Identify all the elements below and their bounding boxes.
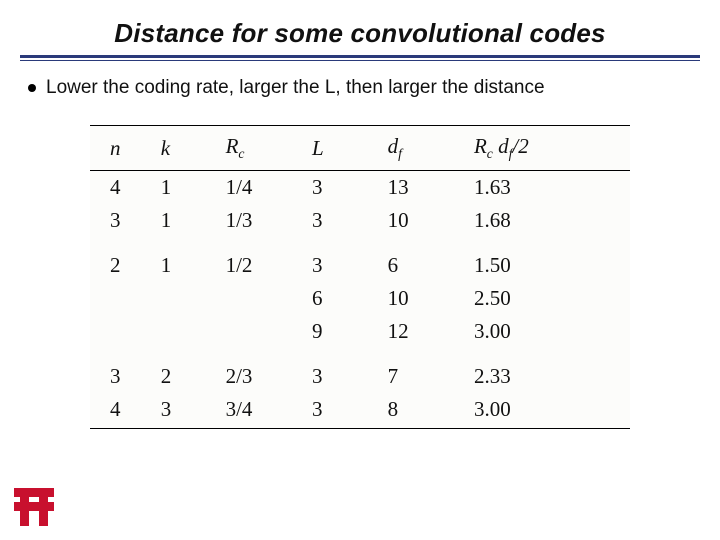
cell-last: 2.33 [468, 348, 630, 393]
cell-df: 7 [382, 348, 468, 393]
cell-n: 3 [90, 204, 155, 237]
table-body: 411/43131.63311/33101.68211/2361.506102.… [90, 171, 630, 429]
table-row: 322/3372.33 [90, 348, 630, 393]
cell-n: 4 [90, 393, 155, 429]
cell-df: 6 [382, 237, 468, 282]
col-header-Rc: Rc [220, 126, 306, 171]
cell-n: 2 [90, 237, 155, 282]
cell-k [155, 315, 220, 348]
cell-k: 2 [155, 348, 220, 393]
cell-k: 1 [155, 171, 220, 205]
cell-df: 12 [382, 315, 468, 348]
cell-Rc: 2/3 [220, 348, 306, 393]
cell-Rc: 1/4 [220, 171, 306, 205]
col-header-k: k [155, 126, 220, 171]
cell-n: 3 [90, 348, 155, 393]
cell-L: 3 [306, 237, 382, 282]
cell-Rc [220, 282, 306, 315]
cell-L: 3 [306, 348, 382, 393]
cell-last: 1.50 [468, 237, 630, 282]
codes-table-wrap: n k Rc L df Rc df/2 411/43131.63311/3310… [90, 125, 630, 429]
cell-n [90, 315, 155, 348]
bullet-line: Lower the coding rate, larger the L, the… [0, 73, 720, 115]
cell-L: 3 [306, 204, 382, 237]
cell-k: 1 [155, 204, 220, 237]
col-header-L: L [306, 126, 382, 171]
cell-df: 10 [382, 282, 468, 315]
cell-last: 3.00 [468, 315, 630, 348]
cell-Rc: 1/2 [220, 237, 306, 282]
cell-k: 3 [155, 393, 220, 429]
cell-Rc: 3/4 [220, 393, 306, 429]
cell-n [90, 282, 155, 315]
cell-last: 1.68 [468, 204, 630, 237]
cell-df: 8 [382, 393, 468, 429]
cell-L: 3 [306, 171, 382, 205]
cell-L: 9 [306, 315, 382, 348]
cell-L: 6 [306, 282, 382, 315]
table-row: 411/43131.63 [90, 171, 630, 205]
cell-last: 1.63 [468, 171, 630, 205]
cell-df: 13 [382, 171, 468, 205]
uh-logo [14, 488, 54, 526]
bullet-text: Lower the coding rate, larger the L, the… [46, 77, 545, 99]
codes-table: n k Rc L df Rc df/2 411/43131.63311/3310… [90, 125, 630, 429]
bullet-icon [28, 84, 36, 92]
cell-Rc [220, 315, 306, 348]
table-row: 211/2361.50 [90, 237, 630, 282]
title-underline [20, 55, 700, 61]
cell-last: 3.00 [468, 393, 630, 429]
table-header-row: n k Rc L df Rc df/2 [90, 126, 630, 171]
table-row: 433/4383.00 [90, 393, 630, 429]
cell-last: 2.50 [468, 282, 630, 315]
cell-k: 1 [155, 237, 220, 282]
cell-k [155, 282, 220, 315]
cell-n: 4 [90, 171, 155, 205]
table-row: 311/33101.68 [90, 204, 630, 237]
cell-df: 10 [382, 204, 468, 237]
col-header-n: n [90, 126, 155, 171]
table-row: 9123.00 [90, 315, 630, 348]
cell-Rc: 1/3 [220, 204, 306, 237]
table-row: 6102.50 [90, 282, 630, 315]
slide-title: Distance for some convolutional codes [0, 0, 720, 55]
col-header-df: df [382, 126, 468, 171]
cell-L: 3 [306, 393, 382, 429]
col-header-Rcdf2: Rc df/2 [468, 126, 630, 171]
